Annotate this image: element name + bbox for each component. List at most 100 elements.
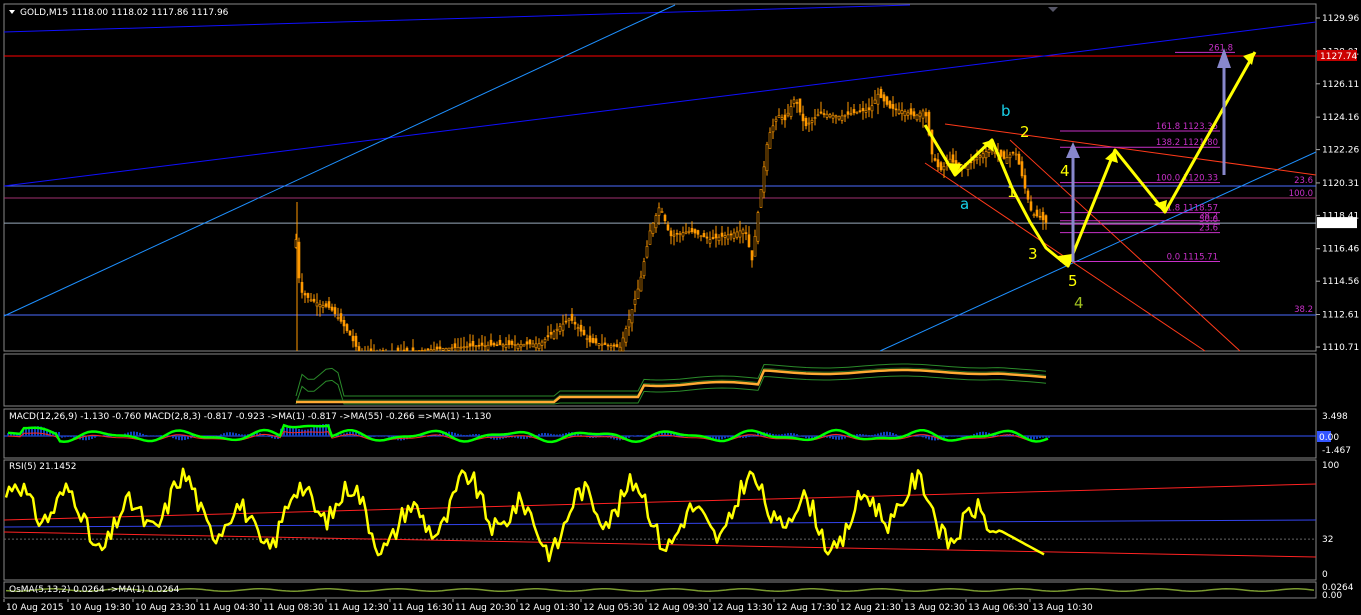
candle-body xyxy=(720,232,724,237)
candle-body xyxy=(618,346,622,352)
candle-body xyxy=(330,306,334,311)
candle-body xyxy=(981,153,985,159)
candle-body xyxy=(435,346,439,350)
candle-body xyxy=(657,207,661,216)
candle-body xyxy=(630,309,634,324)
candle-body xyxy=(783,114,787,121)
candle-body xyxy=(588,335,592,343)
candle-body xyxy=(648,230,652,245)
candle-body xyxy=(498,339,502,346)
candle-body xyxy=(819,111,823,114)
candle-body xyxy=(855,111,859,114)
time-tick-label: 12 Aug 13:30 xyxy=(712,603,773,613)
candle-body xyxy=(507,340,511,345)
candle-body xyxy=(711,237,715,240)
candle-body xyxy=(597,343,601,346)
candle-body xyxy=(1020,161,1024,177)
candle-body xyxy=(804,117,808,127)
candle-body xyxy=(918,112,922,117)
wave-label-4: 4 xyxy=(1074,294,1084,312)
candle-body xyxy=(717,236,721,242)
candle-body xyxy=(984,151,988,159)
candle-body xyxy=(1029,201,1033,211)
candle-body xyxy=(807,122,811,125)
candle-body xyxy=(792,99,796,104)
candle-body xyxy=(708,239,712,244)
candle-body xyxy=(951,154,955,163)
candle-body xyxy=(327,301,331,308)
right-fib-label: 38.2 xyxy=(1294,305,1313,315)
candle-body xyxy=(303,293,307,296)
candle-body xyxy=(510,340,514,345)
time-tick-label: 12 Aug 05:30 xyxy=(583,603,644,613)
candle-body xyxy=(576,327,580,329)
candle-body xyxy=(825,113,829,118)
candle-body xyxy=(471,340,475,347)
time-tick-label: 10 Aug 2015 xyxy=(6,603,64,613)
candle-body xyxy=(1014,153,1018,156)
candle-body xyxy=(456,347,460,352)
price-axis: 1129.961128.011126.111124.161122.261120.… xyxy=(1316,14,1359,353)
candle-body xyxy=(798,98,802,113)
candle-body xyxy=(915,114,919,121)
candle-body xyxy=(654,215,658,229)
candle-body xyxy=(513,344,517,346)
time-tick-label: 11 Aug 08:30 xyxy=(263,603,324,613)
candle-body xyxy=(696,230,700,235)
candle-body xyxy=(888,101,892,109)
candle-body xyxy=(609,345,613,348)
candle-body xyxy=(702,233,706,238)
candle-body xyxy=(762,166,766,193)
price-tick-label: 1124.16 xyxy=(1322,113,1359,123)
candle-body xyxy=(681,232,685,237)
candle-body xyxy=(852,109,856,114)
candle-body xyxy=(570,313,574,321)
candle-body xyxy=(567,318,571,321)
candle-body xyxy=(822,113,826,115)
price-tick-label: 1120.31 xyxy=(1322,179,1359,189)
candle-body xyxy=(489,339,493,346)
time-tick-label: 12 Aug 17:30 xyxy=(776,603,837,613)
candle-body xyxy=(537,343,541,349)
candle-body xyxy=(381,350,385,352)
candle-body xyxy=(747,234,751,248)
macd-axis-label: 3.498 xyxy=(1322,412,1348,422)
candle-body xyxy=(714,233,718,239)
candle-body xyxy=(861,108,865,112)
candle-body xyxy=(810,120,814,123)
candle-body xyxy=(465,346,469,348)
candle-body xyxy=(894,108,898,111)
candle-body xyxy=(492,343,496,346)
candle-body xyxy=(870,105,874,112)
candle-body xyxy=(1035,209,1039,217)
candle-body xyxy=(1038,215,1042,218)
candle-body xyxy=(312,298,316,302)
candle-body xyxy=(504,344,508,348)
time-tick-label: 13 Aug 06:30 xyxy=(968,603,1029,613)
candle-body xyxy=(447,347,451,351)
wave-label-1: 1 xyxy=(1007,183,1017,201)
fib-level-label: 23.6 xyxy=(1199,224,1218,234)
candle-body xyxy=(540,341,544,346)
candle-body xyxy=(921,110,925,119)
candle-body xyxy=(858,110,862,112)
fib-level-label: 138.2 1121.80 xyxy=(1156,138,1218,148)
wave-label-a: a xyxy=(960,195,969,213)
candle-body xyxy=(624,328,628,343)
price-tick-label: 1114.56 xyxy=(1322,277,1359,287)
candle-body xyxy=(771,125,775,133)
candle-body xyxy=(420,350,424,352)
candle-body xyxy=(354,335,358,347)
red-level-tag-label: 1127.74 xyxy=(1320,52,1357,62)
candle-body xyxy=(939,162,943,171)
candle-body xyxy=(834,115,838,118)
candle-body xyxy=(774,118,778,122)
candle-body xyxy=(999,149,1003,157)
candle-body xyxy=(639,276,643,292)
candle-body xyxy=(528,339,532,345)
candle-body xyxy=(1017,153,1021,165)
candle-body xyxy=(315,302,319,307)
candle-body xyxy=(684,231,688,234)
candle-body xyxy=(693,229,697,234)
chart-canvas: 23.6 100.0 38.2 261.8 161.8 1123.35 138.2 11… xyxy=(3,3,1359,613)
